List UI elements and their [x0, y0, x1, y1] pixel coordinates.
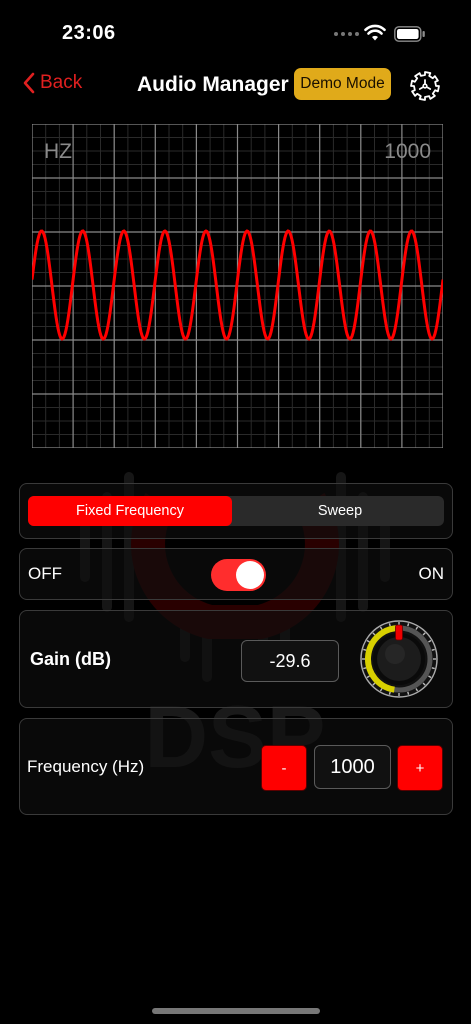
gain-label: Gain (dB) — [30, 649, 111, 669]
nav-bar: Back Audio Manager Demo Mode — [0, 64, 471, 108]
mode-panel: Fixed Frequency Sweep — [19, 483, 453, 539]
back-label: Back — [40, 72, 83, 93]
mode-fixed-frequency[interactable]: Fixed Frequency — [28, 496, 232, 526]
status-time: 23:06 — [62, 22, 116, 44]
gain-knob[interactable] — [359, 619, 439, 699]
frequency-value-field[interactable]: 1000 — [314, 745, 391, 789]
frequency-increment-button[interactable]: + — [397, 745, 443, 791]
gain-panel: Gain (dB) -29.6 — [19, 610, 453, 708]
output-switch[interactable] — [211, 559, 266, 591]
battery-icon — [394, 26, 425, 42]
scope-unit-label: HZ — [44, 140, 72, 163]
oscilloscope-display: HZ 1000 — [32, 124, 443, 448]
gear-icon[interactable] — [408, 69, 442, 103]
frequency-panel: Frequency (Hz) - 1000 + — [19, 718, 453, 815]
off-label: OFF — [28, 564, 62, 583]
frequency-decrement-button[interactable]: - — [261, 745, 307, 791]
status-bar: 23:06 — [0, 0, 471, 60]
chevron-left-icon — [23, 72, 35, 94]
scope-frequency-readout: 1000 — [384, 140, 431, 163]
gain-value-field[interactable]: -29.6 — [241, 640, 339, 682]
output-toggle-panel: OFF ON — [19, 548, 453, 600]
signal-dots-icon — [334, 32, 359, 36]
demo-mode-badge[interactable]: Demo Mode — [294, 68, 391, 100]
on-label: ON — [418, 564, 445, 583]
home-indicator[interactable] — [152, 1008, 320, 1014]
frequency-label: Frequency (Hz) — [27, 757, 145, 776]
oscilloscope-graph — [32, 124, 443, 448]
page-title: Audio Manager — [137, 73, 289, 96]
mode-sweep[interactable]: Sweep — [236, 496, 444, 526]
back-button[interactable]: Back — [22, 72, 82, 94]
switch-knob — [236, 561, 264, 589]
wifi-icon — [364, 24, 386, 41]
mode-segmented-control: Fixed Frequency Sweep — [28, 496, 444, 526]
